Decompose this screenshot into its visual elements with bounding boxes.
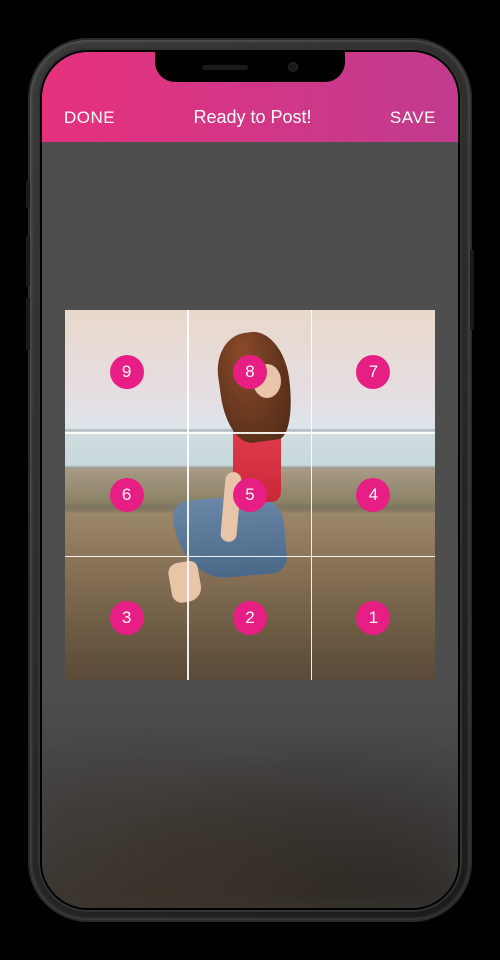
number-badge: 8 [233,355,267,389]
speaker-icon [202,65,248,70]
number-badge: 4 [356,478,390,512]
volume-up-button [26,235,30,287]
mute-switch [26,180,30,208]
number-badge: 6 [110,478,144,512]
front-camera-icon [288,62,298,72]
page-title: Ready to Post! [193,107,311,128]
grid-cell-3[interactable]: 3 [65,557,188,680]
power-button [470,250,474,330]
number-badge: 3 [110,601,144,635]
grid-cells: 9 8 7 6 5 [65,310,435,680]
grid-cell-9[interactable]: 9 [65,310,188,433]
grid-cell-4[interactable]: 4 [312,433,435,556]
grid-cell-2[interactable]: 2 [188,557,311,680]
grid-cell-6[interactable]: 6 [65,433,188,556]
number-badge: 2 [233,601,267,635]
number-badge: 1 [356,601,390,635]
number-badge: 7 [356,355,390,389]
grid-cell-1[interactable]: 1 [312,557,435,680]
grid-cell-5[interactable]: 5 [188,433,311,556]
number-badge: 9 [110,355,144,389]
photo-grid: 9 8 7 6 5 [65,310,435,680]
grid-cell-7[interactable]: 7 [312,310,435,433]
done-button[interactable]: DONE [64,108,115,128]
grid-cell-8[interactable]: 8 [188,310,311,433]
notch [155,52,345,82]
screen: DONE Ready to Post! SAVE [42,52,458,908]
volume-down-button [26,298,30,350]
content-area: 9 8 7 6 5 [42,142,458,908]
phone-bezel: DONE Ready to Post! SAVE [38,48,462,912]
save-button[interactable]: SAVE [390,108,436,128]
number-badge: 5 [233,478,267,512]
background-blur [42,708,458,908]
phone-frame: DONE Ready to Post! SAVE [30,40,470,920]
